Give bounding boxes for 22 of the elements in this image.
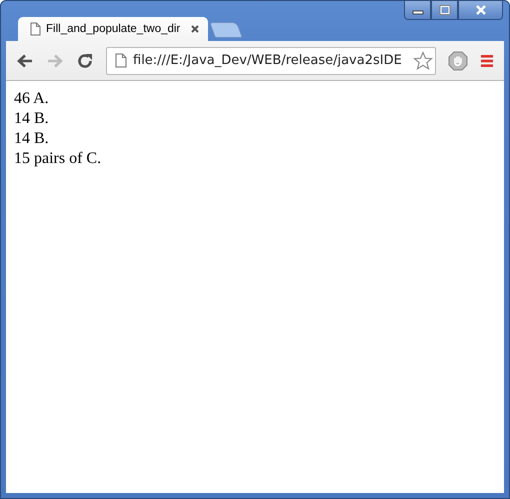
maximize-button[interactable]: [431, 1, 458, 20]
menu-icon[interactable]: [480, 54, 494, 68]
tab-title: Fill_and_populate_two_dir: [46, 23, 182, 35]
url-text: file:///E:/Java_Dev/WEB/release/java2sIDE: [133, 53, 403, 68]
back-arrow-icon: [16, 52, 34, 68]
hand-stop-icon[interactable]: [448, 50, 468, 70]
star-icon[interactable]: [413, 50, 433, 70]
text-line: 46 A.: [14, 89, 49, 109]
close-button[interactable]: [458, 1, 503, 20]
close-icon: [474, 5, 488, 15]
page-icon: [30, 22, 41, 36]
text-line: 14 B.: [14, 129, 49, 149]
maximize-icon: [438, 5, 450, 15]
browser-tab[interactable]: Fill_and_populate_two_dir: [18, 17, 208, 41]
forward-arrow-icon: [46, 52, 64, 68]
close-icon[interactable]: [190, 24, 200, 34]
minimize-button[interactable]: [404, 1, 431, 20]
page-icon: [115, 53, 127, 68]
reload-icon: [76, 52, 94, 70]
text-line: 15 pairs of C.: [14, 149, 102, 169]
address-bar[interactable]: file:///E:/Java_Dev/WEB/release/java2sIDE: [106, 46, 436, 74]
text-line: 14 B.: [14, 109, 49, 129]
